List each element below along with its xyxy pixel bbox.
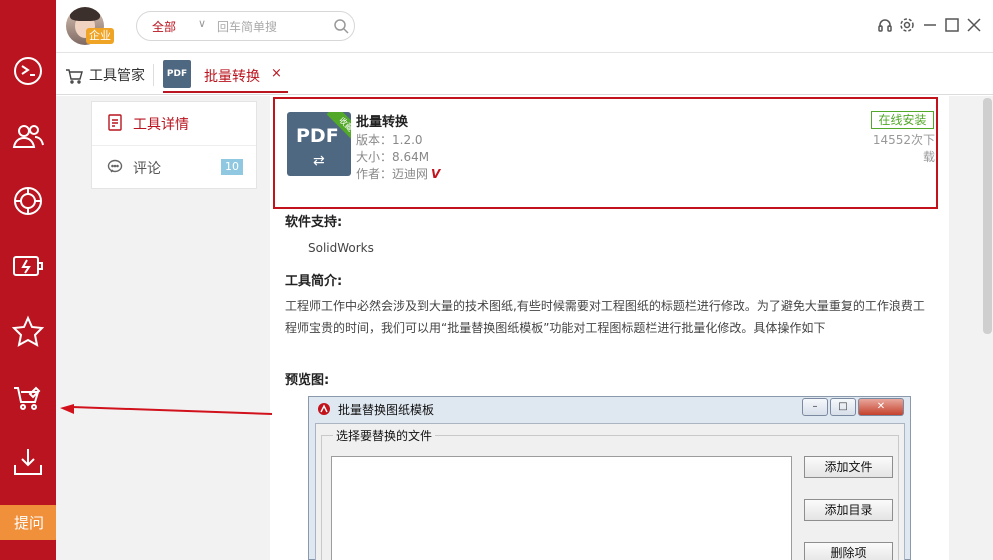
- menu-item-tool-details[interactable]: 工具详情: [92, 102, 258, 144]
- tab-label: 批量转换: [204, 69, 260, 85]
- maximize-icon[interactable]: [944, 17, 960, 33]
- add-directory-button: 添加目录: [804, 499, 893, 521]
- pdf-text: PDF: [296, 125, 339, 147]
- dialog-body: 选择要替换的文件 添加文件 添加目录 删除项: [315, 423, 905, 560]
- design-icon[interactable]: [9, 52, 47, 90]
- tool-version: 版本：1.2.0: [356, 133, 423, 147]
- tab-batch-convert[interactable]: PDF 批量转换 ×: [163, 57, 288, 93]
- detail-menu: 工具详情 评论 10: [91, 101, 257, 189]
- ask-question-button[interactable]: 提问: [0, 505, 58, 540]
- toolbox-icon: [66, 69, 83, 84]
- chevron-down-icon[interactable]: ∨: [198, 17, 206, 30]
- tab-close-icon[interactable]: ×: [271, 66, 282, 81]
- delete-item-button: 删除项: [804, 542, 893, 560]
- headset-icon[interactable]: [877, 17, 893, 33]
- comment-icon: [107, 159, 123, 173]
- top-bar: 企业 全部 ∨ 回车简单搜: [56, 0, 993, 53]
- search-icon[interactable]: [333, 18, 349, 34]
- support-value: SolidWorks: [308, 241, 374, 255]
- file-list: [331, 456, 792, 560]
- sidebar: 提问: [0, 0, 58, 560]
- comment-count-badge: 10: [221, 159, 243, 175]
- close-icon[interactable]: [966, 17, 982, 33]
- settings-gear-icon[interactable]: [899, 17, 915, 33]
- annotation-arrow: [60, 404, 273, 415]
- download-count: 14552次下载: [872, 133, 935, 164]
- add-file-button: 添加文件: [804, 456, 893, 478]
- support-title: 软件支持:: [285, 215, 343, 230]
- author-text: 作者：迈迪网: [356, 167, 429, 181]
- content-area: 工具详情 评论 10 PDF ⇄ 收藏 批量转换 版本：1.2.0 大小：8.6…: [56, 96, 993, 560]
- intro-line-1: 工程师工作中必然会涉及到大量的技术图纸,有些时候需要对工程图纸的标题栏进行修改。…: [285, 299, 925, 313]
- dialog-close-icon: ✕: [858, 398, 904, 416]
- tool-name: 批量转换: [356, 115, 409, 130]
- search-input[interactable]: 回车简单搜: [217, 18, 277, 35]
- preview-image-dialog: 批量替换图纸模板 – □ ✕ 选择要替换的文件 添加文件 添加目录 删除项: [308, 396, 911, 560]
- tool-author: 作者：迈迪网 V: [356, 165, 440, 182]
- tab-tool-manager[interactable]: 工具管家: [65, 64, 145, 86]
- intro-title: 工具简介:: [285, 274, 343, 289]
- battery-icon[interactable]: [9, 247, 47, 285]
- search-category[interactable]: 全部: [152, 18, 176, 35]
- group-label: 选择要替换的文件: [333, 427, 436, 444]
- tab-label: 工具管家: [89, 68, 145, 84]
- swap-arrows-icon: ⇄: [313, 153, 325, 169]
- intro-line-2: 程师宝贵的时间，我们可以用“批量替换图纸模板”功能对工程图标题栏进行批量化修改。…: [285, 321, 826, 335]
- preview-title: 预览图:: [285, 373, 330, 388]
- tab-separator: [153, 64, 154, 86]
- dialog-maximize-icon: □: [830, 398, 856, 416]
- tab-bar: 工具管家 PDF 批量转换 ×: [56, 54, 993, 95]
- users-icon[interactable]: [9, 117, 47, 155]
- menu-label: 工具详情: [133, 117, 189, 133]
- document-icon: [108, 114, 122, 131]
- pdf-tool-icon: PDF ⇄ 收藏: [287, 112, 351, 176]
- online-install-button[interactable]: 在线安装: [871, 111, 934, 129]
- enterprise-badge: 企业: [86, 28, 114, 44]
- scrollbar-thumb[interactable]: [983, 98, 992, 334]
- gear-wheel-icon[interactable]: [9, 182, 47, 220]
- dialog-title: 批量替换图纸模板: [338, 403, 435, 417]
- avatar-hair: [70, 7, 100, 21]
- menu-item-comments[interactable]: 评论 10: [92, 146, 258, 188]
- dialog-minimize-icon: –: [802, 398, 828, 416]
- toolbox-icon[interactable]: [9, 378, 47, 416]
- scrollbar[interactable]: [982, 96, 993, 560]
- app-logo-icon: [318, 403, 330, 415]
- tool-size: 大小：8.64M: [356, 150, 430, 164]
- download-icon[interactable]: [9, 443, 47, 481]
- pdf-icon: PDF: [163, 60, 191, 88]
- star-icon[interactable]: [9, 313, 47, 351]
- menu-label: 评论: [133, 161, 161, 177]
- minimize-icon[interactable]: [922, 17, 938, 33]
- search-bar[interactable]: 全部 ∨ 回车简单搜: [136, 11, 355, 41]
- vip-v-icon: V: [431, 167, 441, 181]
